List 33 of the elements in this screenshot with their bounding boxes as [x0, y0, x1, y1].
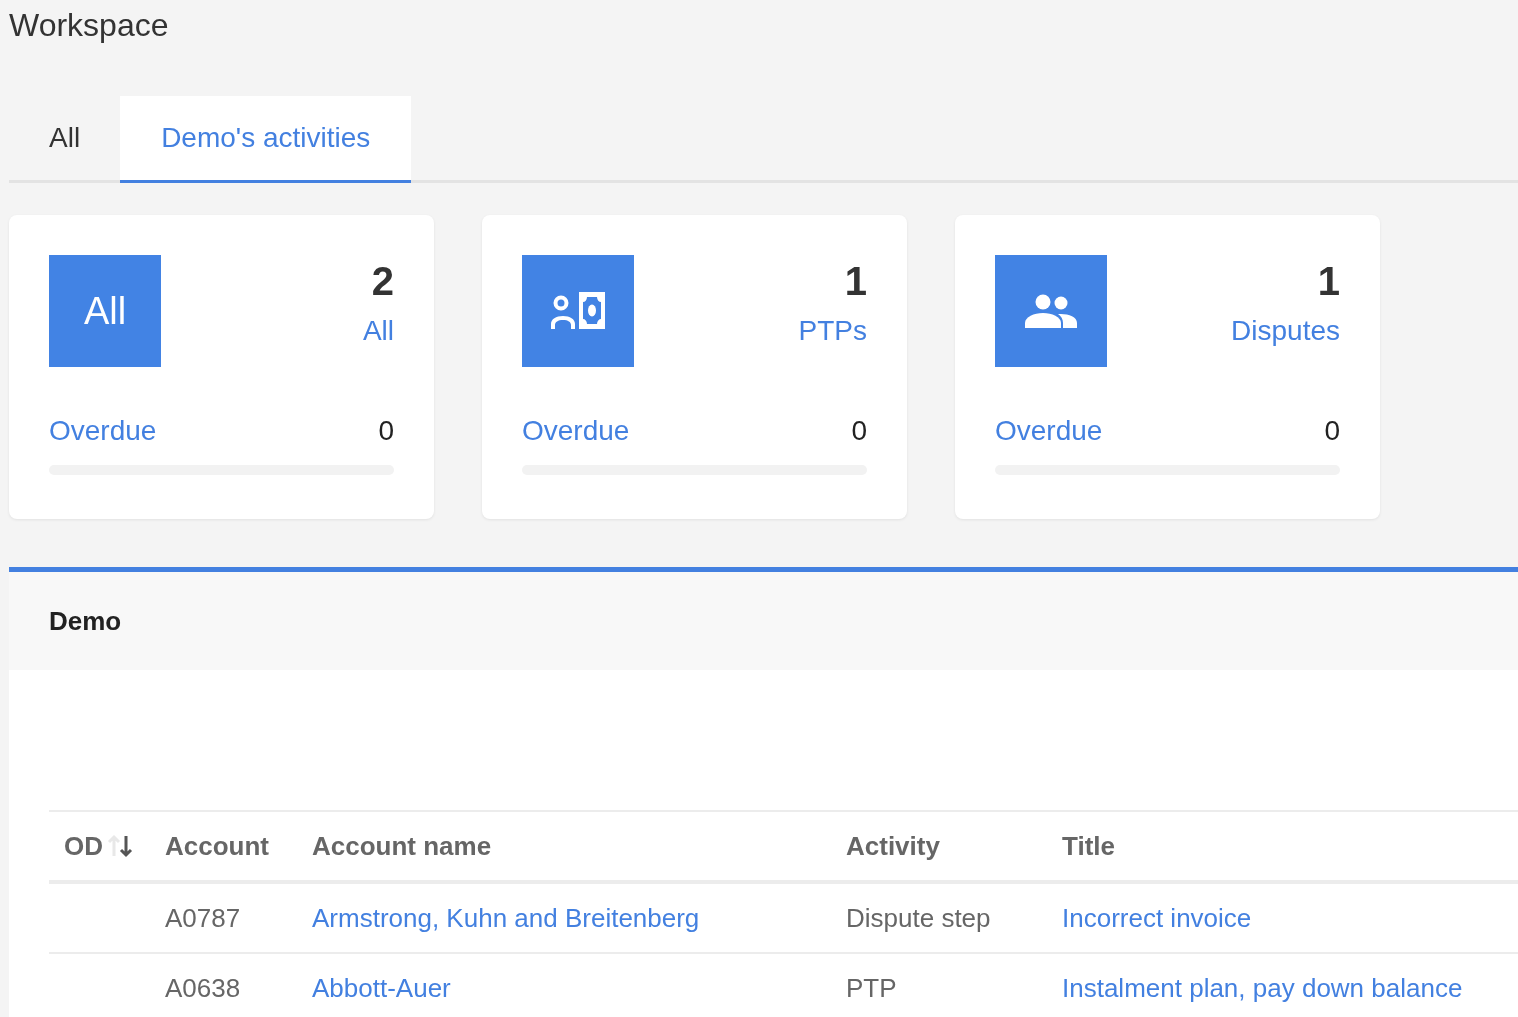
sort-icon[interactable]	[107, 834, 133, 858]
card-category-link[interactable]: Disputes	[1231, 313, 1340, 349]
table-link[interactable]: Instalment plan, pay down balance	[1062, 972, 1463, 1003]
card-count: 1	[1317, 258, 1340, 305]
person-money-icon	[551, 292, 605, 330]
overdue-count: 0	[378, 414, 394, 448]
table-cell: PTP	[846, 972, 897, 1003]
table-link[interactable]: Incorrect invoice	[1062, 902, 1252, 933]
overdue-link[interactable]: Overdue	[995, 413, 1103, 449]
column-header: Activity	[846, 829, 940, 863]
card-count: 1	[844, 258, 867, 305]
people-icon	[1025, 294, 1077, 328]
table-cell: A0787	[165, 902, 241, 933]
column-header: Account name	[312, 829, 492, 863]
overdue-count: 0	[851, 414, 867, 448]
card-category-link[interactable]: All	[362, 313, 394, 349]
tab[interactable]: Demo's activities	[120, 96, 412, 183]
table-cell: Dispute step	[846, 902, 991, 933]
overdue-count: 0	[1324, 414, 1340, 448]
card-count: 2	[371, 258, 394, 305]
card-icon-label: All	[83, 288, 127, 334]
page-title: Workspace	[9, 6, 169, 45]
column-header: Title	[1062, 829, 1115, 863]
overdue-link[interactable]: Overdue	[49, 413, 157, 449]
tab[interactable]: All	[9, 96, 121, 183]
panel-title: Demo	[49, 604, 122, 638]
column-header: OD	[64, 829, 103, 863]
card-category-link[interactable]: PTPs	[798, 313, 867, 349]
column-header: Account	[165, 829, 269, 863]
overdue-link[interactable]: Overdue	[522, 413, 630, 449]
table-cell: A0638	[165, 972, 241, 1003]
table-link[interactable]: Armstrong, Kuhn and Breitenberg	[312, 902, 700, 933]
table-link[interactable]: Abbott-Auer	[312, 972, 451, 1003]
